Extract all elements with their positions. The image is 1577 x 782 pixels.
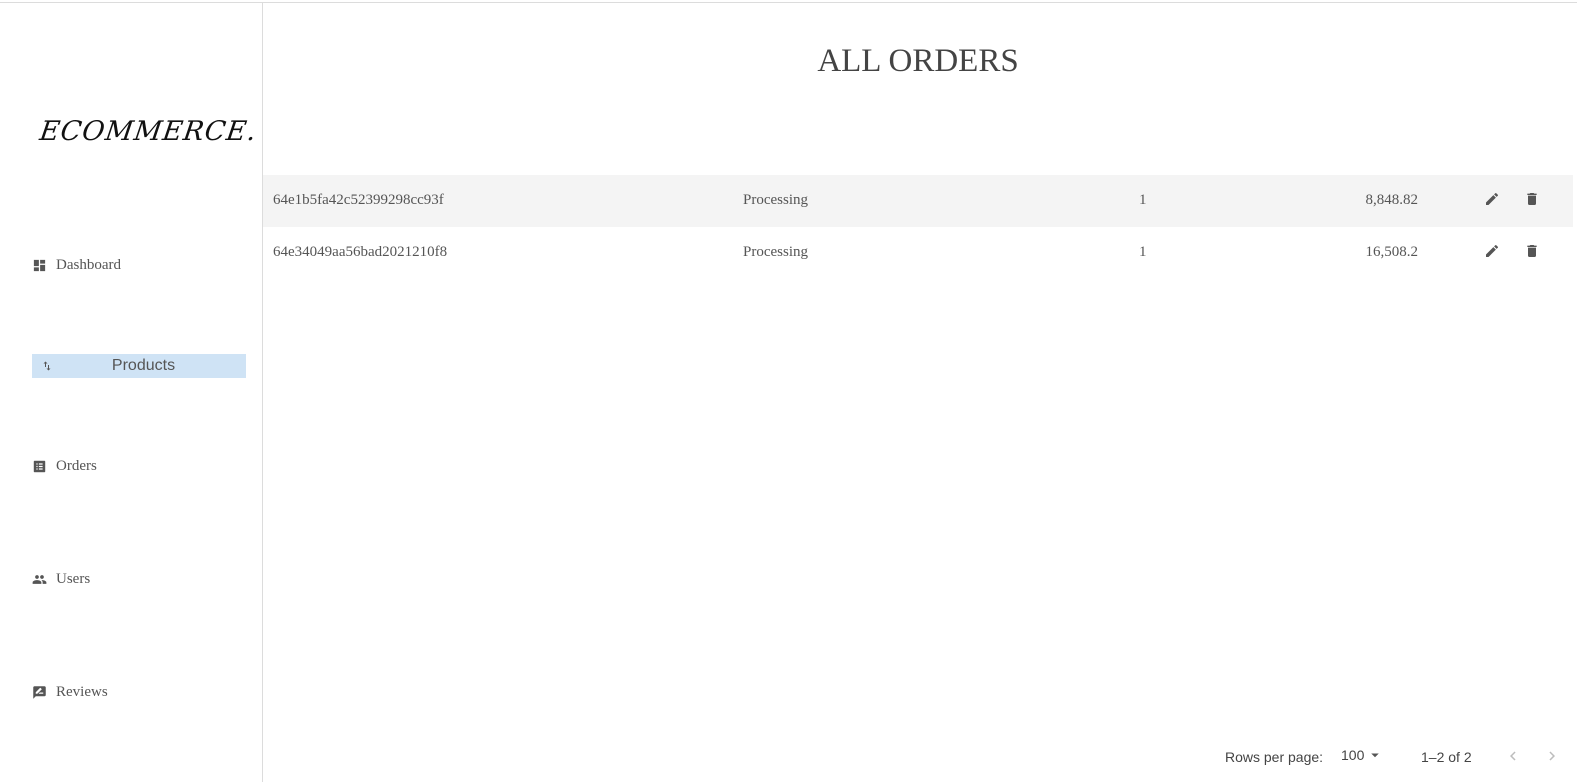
pagination-range: 1–2 of 2 (1421, 749, 1472, 765)
status-cell: Processing (743, 192, 808, 208)
dashboard-icon (33, 259, 46, 272)
edit-icon[interactable] (1484, 191, 1500, 207)
arrow-drop-down-icon (1371, 753, 1380, 758)
table-pagination: Rows per page: 100 1–2 of 2 (263, 746, 1577, 769)
chevron-right-icon (1549, 751, 1555, 761)
sidebar-item-users[interactable]: Users (32, 571, 90, 588)
previous-page-button[interactable] (1504, 747, 1522, 765)
quantity-cell: 1 (1139, 244, 1147, 260)
order-id-cell: 64e34049aa56bad2021210f8 (273, 244, 448, 260)
next-page-button[interactable] (1543, 747, 1561, 765)
table-row[interactable]: 64e34049aa56bad2021210f8 Processing 1 16… (263, 227, 1573, 279)
sidebar-item-dashboard[interactable]: Dashboard (32, 257, 121, 274)
brand-logo[interactable]: ECOMMERCE. (38, 116, 259, 147)
main-content: ALL ORDERS 64e1b5fa42c52399298cc93f Proc… (263, 3, 1577, 782)
rows-per-page-value: 100 (1341, 747, 1365, 763)
sidebar-item-reviews[interactable]: Reviews (32, 684, 108, 701)
amount-cell: 16,508.2 (1365, 244, 1419, 260)
sidebar-item-orders[interactable]: Orders (32, 458, 97, 475)
edit-icon[interactable] (1484, 243, 1500, 259)
rows-per-page-label: Rows per page: (1225, 749, 1324, 765)
sidebar-item-products[interactable]: Products (32, 354, 246, 378)
order-id-cell: 64e1b5fa42c52399298cc93f (273, 192, 444, 208)
rows-per-page-select[interactable]: 100 (1341, 746, 1384, 764)
chevron-left-icon (1510, 751, 1516, 761)
sidebar-item-label: Reviews (56, 684, 108, 700)
rate-review-icon (33, 686, 46, 699)
delete-icon[interactable] (1524, 243, 1540, 259)
page-title: ALL ORDERS (817, 43, 1019, 79)
quantity-cell: 1 (1139, 192, 1147, 208)
list-alt-icon (33, 460, 46, 473)
sidebar: ECOMMERCE. Dashboard Products Orders Use… (0, 3, 263, 782)
sidebar-item-label: Dashboard (56, 257, 121, 273)
table-row[interactable]: 64e1b5fa42c52399298cc93f Processing 1 8,… (263, 175, 1573, 227)
sidebar-item-label: Products (111, 357, 176, 374)
status-cell: Processing (743, 244, 808, 260)
delete-icon[interactable] (1524, 191, 1540, 207)
amount-cell: 8,848.82 (1365, 192, 1419, 208)
sidebar-item-label: Users (56, 571, 91, 587)
sidebar-item-label: Orders (56, 458, 97, 474)
import-export-icon (43, 361, 51, 371)
people-icon (32, 575, 47, 584)
